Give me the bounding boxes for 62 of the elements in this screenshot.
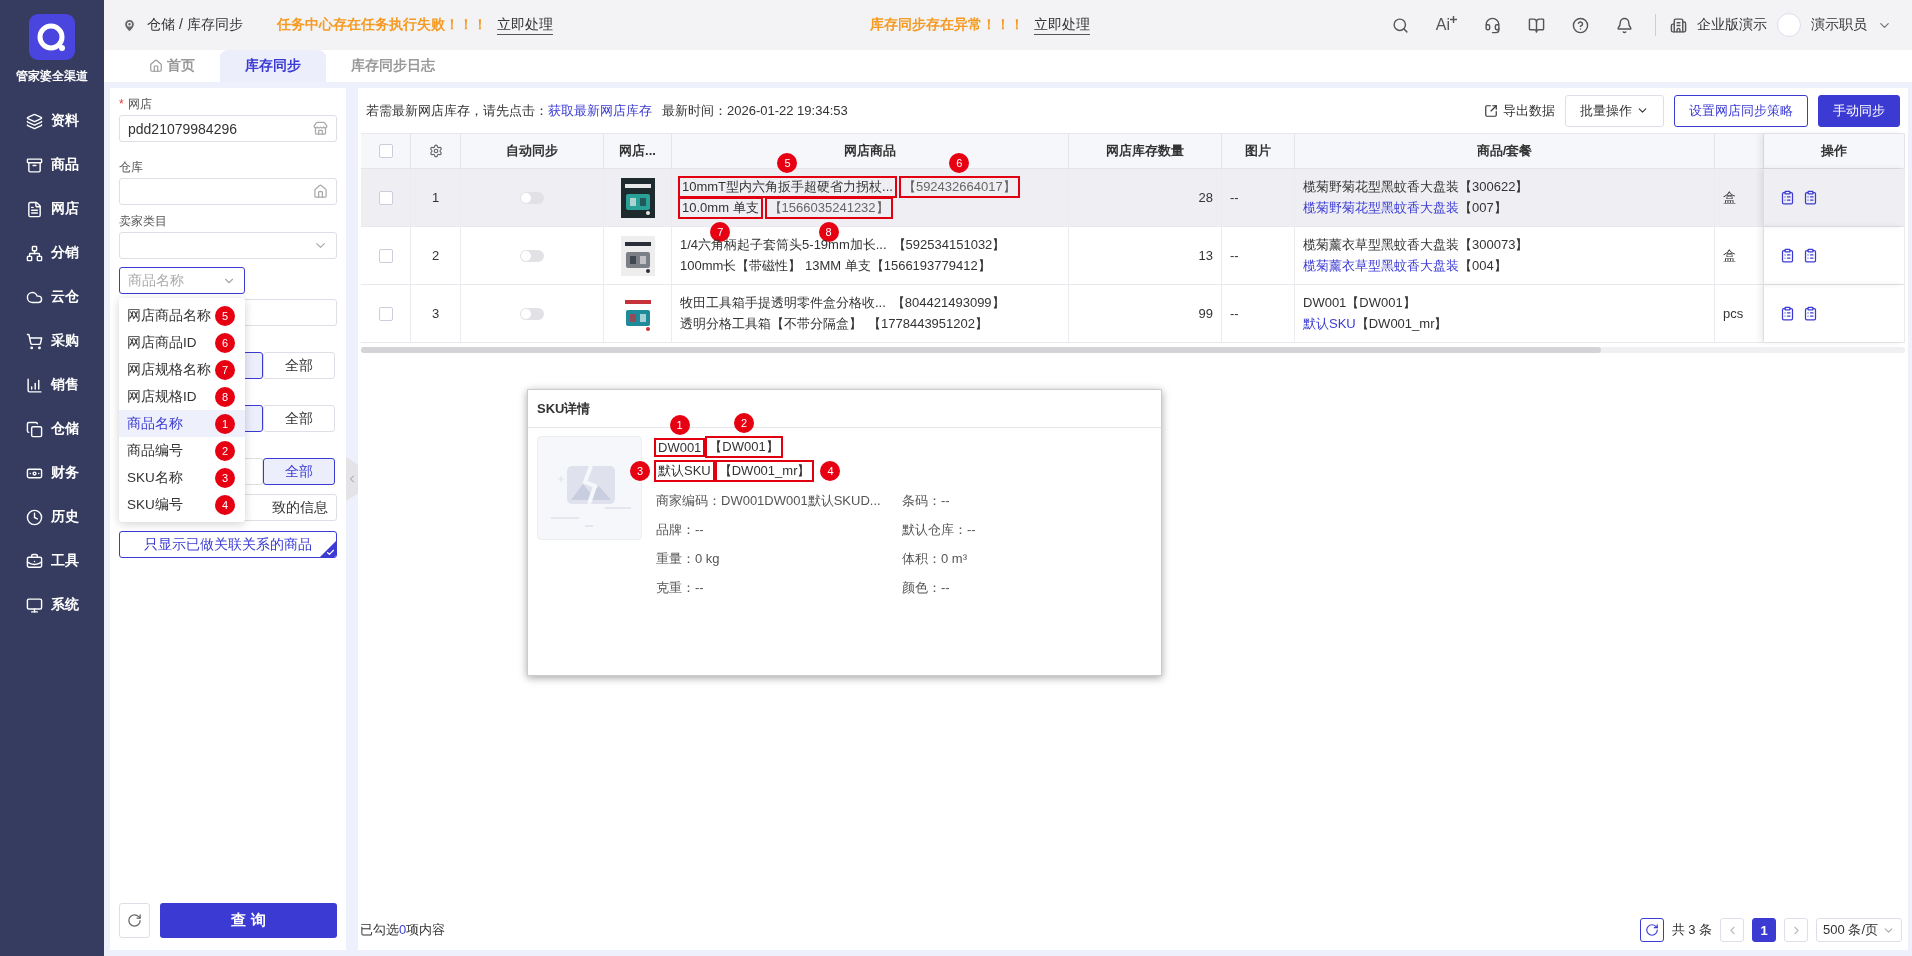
unit: pcs <box>1723 306 1744 321</box>
detail-field: 重量：0 kg <box>656 550 902 568</box>
shop-product-id: 【592534151032】 <box>892 236 1006 254</box>
detail-field: 商家编码：DW001DW001默认SKUD... <box>656 492 902 510</box>
app-name: 管家婆全渠道 <box>16 68 88 85</box>
shop-product-id: 【804421493099】 <box>891 294 1005 312</box>
column-header: 网店商品 <box>844 142 896 160</box>
detail-field: 品牌：-- <box>656 521 902 539</box>
number-badge: 4 <box>820 461 841 481</box>
shop-product-name: 牧田工具箱手提透明零件盒分格收... <box>680 294 886 312</box>
product-name: 榄菊薰衣草型黑蚊香大盘装【300073】 <box>1303 236 1529 254</box>
column-header: 自动同步 <box>506 142 558 160</box>
shop-product-name: 透明分格工具箱【不带分隔盒】 <box>680 315 862 333</box>
row-number: 3 <box>431 306 440 321</box>
column-header: 操作 <box>1821 142 1847 160</box>
shop-product-name: 10.0mm 单支 <box>680 199 761 217</box>
number-badge: 3 <box>630 461 650 481</box>
image-cell: -- <box>1230 190 1239 205</box>
hint-text: 若需最新网店库存，请先点击：获取最新网店库存 <box>366 101 652 120</box>
shop-product-id: 【1566035241232】 <box>766 199 891 217</box>
shop-product-id: 【592432664017】 <box>900 178 1018 196</box>
field-label: 仓库 <box>119 159 144 175</box>
product-name: DW001【DW001】 <box>1303 294 1417 312</box>
column-header: 图片 <box>1245 142 1271 160</box>
stock-quantity: 28 <box>1198 190 1213 205</box>
stock-quantity: 13 <box>1198 248 1213 263</box>
column-header: 商品/套餐 <box>1476 142 1533 160</box>
shop-product-name: 100mm长【带磁性】 13MM 单支【1566193779412】 <box>680 257 991 275</box>
sku-code: 【007】 <box>1459 199 1507 217</box>
row-number: 1 <box>431 190 440 205</box>
column-header: 网店... <box>619 142 656 160</box>
detail-field: 默认仓库：-- <box>902 521 1102 539</box>
number-badge: 1 <box>669 414 690 435</box>
image-cell: -- <box>1230 306 1239 321</box>
image-cell: -- <box>1230 248 1239 263</box>
sku-name: 默认SKU <box>656 462 713 480</box>
field-label: * 网店 <box>119 96 153 112</box>
alert-message: 任务中心存在任务执行失败！！！ <box>276 16 487 34</box>
total-count: 共 3 条 <box>1671 921 1713 939</box>
number-badge: 2 <box>734 413 755 433</box>
sku-code: 【004】 <box>1459 257 1507 275</box>
sku-code: 【DW001_mr】 <box>716 462 813 480</box>
detail-field: 条码：-- <box>902 492 1102 510</box>
alert-message: 库存同步存在异常！！！ <box>870 16 1025 34</box>
shop-product-name: 10mmT型内六角扳手超硬省力拐杖... <box>680 178 895 196</box>
unit: 盒 <box>1723 246 1736 265</box>
product-name: 榄菊野菊花型黑蚊香大盘装【300622】 <box>1303 178 1529 196</box>
detail-field: 颜色：-- <box>902 579 1102 597</box>
shop-product-id: 【1778443951202】 <box>868 315 988 333</box>
update-time: 最新时间：2026-01-22 19:34:53 <box>662 101 848 120</box>
row-number: 2 <box>431 248 440 263</box>
sku-code: 【DW001_mr】 <box>1355 315 1448 333</box>
detail-field: 体积：0 m³ <box>902 550 1102 568</box>
selection-count: 已勾选0项内容 <box>360 921 446 939</box>
unit: 盒 <box>1723 188 1736 207</box>
breadcrumb: 仓储 / 库存同步 <box>147 16 243 34</box>
detail-field: 克重：-- <box>656 579 902 597</box>
sku-name: DW001 <box>656 439 704 455</box>
column-header: 网店库存数量 <box>1106 142 1184 160</box>
stock-quantity: 99 <box>1198 306 1213 321</box>
field-label: 卖家类目 <box>119 213 168 229</box>
sku-code: 【DW001】 <box>707 438 781 456</box>
